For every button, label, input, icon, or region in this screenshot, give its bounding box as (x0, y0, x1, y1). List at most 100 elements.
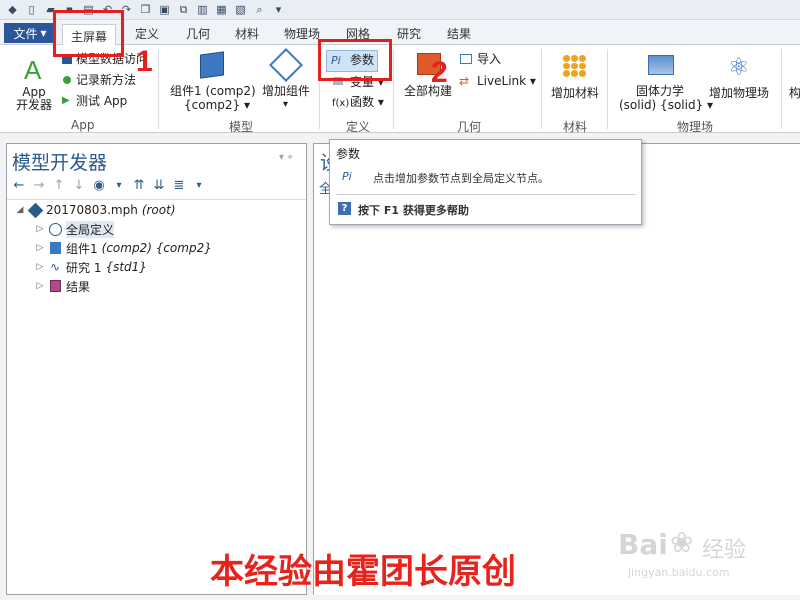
app-builder-button[interactable]: App 开发器 (16, 86, 52, 112)
chevron-down-icon[interactable]: ▾ (111, 180, 127, 191)
tree-node-label: 组件1 (66, 241, 98, 256)
ribbon-more-button[interactable]: 构 (789, 87, 800, 100)
functions-button[interactable]: 函数 ▾ (350, 96, 384, 109)
livelink-button[interactable]: LiveLink ▾ (477, 75, 536, 88)
tab-study[interactable]: 研究 (397, 25, 421, 45)
delete-icon[interactable]: ▥ (194, 2, 211, 18)
copy-icon[interactable]: ❐ (137, 2, 154, 18)
add-material-button[interactable]: 增加材料 (551, 87, 599, 100)
tooltip-description: 点击增加参数节点到全局定义节点。 (373, 172, 549, 185)
test-app-button[interactable]: 测试 App (76, 95, 127, 108)
solid-mechanics-icon[interactable] (648, 55, 674, 75)
tree-node-root[interactable]: ◢ 20170803.mph (root) (15, 201, 176, 219)
component-cube-icon (47, 240, 63, 256)
tree-node-results[interactable]: ▷ 结果 (35, 277, 90, 295)
baidu-brand: Bai (618, 528, 668, 561)
baidu-brand-suffix: 经验 (702, 538, 747, 563)
play-icon: ▶ (62, 95, 70, 106)
tooltip-title: 参数 (336, 147, 361, 161)
group-separator (393, 49, 394, 129)
livelink-icon: ⇄ (459, 74, 470, 88)
tab-physics[interactable]: 物理场 (284, 25, 320, 45)
tree-toggle-icon[interactable]: ▷ (35, 243, 45, 253)
model-builder-toolbar: ← → ↑ ↓ ◉ ▾ ⇈ ⇊ ≣ ▾ (11, 176, 207, 194)
tooltip-divider (336, 194, 636, 195)
functions-icon: f(x) (332, 98, 350, 109)
annotation-number-1: 1 (136, 45, 153, 78)
qat-dropdown-icon[interactable]: ▾ (270, 2, 287, 18)
tree-node-study[interactable]: ▷ ∿ 研究 1 {std1} (35, 258, 147, 276)
study-wave-icon: ∿ (49, 260, 61, 274)
new-file-icon[interactable]: ▯ (23, 2, 40, 18)
tree-node-label: 研究 1 (66, 260, 102, 275)
tree-node-label: 20170803.mph (46, 203, 138, 217)
paste-icon[interactable]: ▣ (156, 2, 173, 18)
collapse-all-icon[interactable]: ⇈ (131, 178, 147, 193)
select-icon[interactable]: ▦ (213, 2, 230, 18)
list-view-icon[interactable]: ≣ (171, 178, 187, 193)
component-cube-icon[interactable] (200, 51, 224, 79)
move-down-icon[interactable]: ↓ (71, 178, 87, 193)
add-physics-button[interactable]: 增加物理场 (709, 87, 769, 100)
annotation-box-2 (318, 39, 392, 81)
show-icon[interactable]: ◉ (91, 178, 107, 193)
tab-definitions[interactable]: 定义 (135, 25, 159, 45)
tab-materials[interactable]: 材料 (235, 25, 259, 45)
app-builder-icon[interactable]: A (24, 55, 41, 86)
panel-pin-controls[interactable]: ▾ ⌖ (279, 152, 293, 163)
solid-mechanics-button[interactable]: 固体力学 (636, 85, 684, 98)
help-icon: ? (338, 202, 351, 215)
group-label-physics: 物理场 (677, 120, 714, 134)
import-icon (460, 54, 472, 64)
panel-title: 模型开发器 (12, 152, 108, 174)
forward-arrow-icon[interactable]: → (31, 178, 47, 193)
annotation-box-1 (53, 10, 124, 57)
tree-node-global-definitions[interactable]: ▷ 全局定义 (35, 220, 115, 238)
record-method-button[interactable]: 记录新方法 (76, 74, 136, 87)
app-logo-icon: ◆ (8, 3, 17, 16)
add-component-button[interactable]: 增加组件 (262, 85, 310, 98)
tree-toggle-icon[interactable]: ▷ (35, 224, 45, 234)
solid-mechanics-dropdown[interactable]: (solid) {solid} ▾ (619, 99, 713, 112)
model-builder-panel: 模型开发器 ▾ ⌖ ← → ↑ ↓ ◉ ▾ ⇈ ⇊ ≣ ▾ ◢ 20170803… (6, 143, 307, 595)
chevron-down-icon: ▾ (40, 26, 47, 40)
add-physics-icon[interactable]: ⚛ (728, 53, 750, 81)
tree-node-label: 全局定义 (66, 220, 115, 238)
parameters-icon: Pi (342, 170, 352, 183)
tab-geometry[interactable]: 几何 (186, 25, 210, 45)
duplicate-icon[interactable]: ⧉ (175, 2, 192, 18)
model-root-icon (27, 202, 43, 218)
watermark-text: 本经验由霍团长原创 (210, 552, 516, 592)
tree-toggle-icon[interactable]: ▷ (35, 262, 45, 272)
chevron-down-icon[interactable]: ▾ (191, 180, 207, 191)
add-material-icon[interactable] (563, 55, 586, 77)
tree-toggle-icon[interactable]: ◢ (15, 205, 25, 215)
search-icon[interactable]: ⌕ (251, 2, 268, 18)
component-dropdown[interactable]: {comp2} ▾ (184, 99, 250, 112)
back-arrow-icon[interactable]: ← (11, 178, 27, 193)
group-label-geometry: 几何 (457, 120, 482, 134)
group-label-definitions: 定义 (346, 120, 371, 134)
tree-node-tag: {std1} (105, 260, 147, 274)
expand-all-icon[interactable]: ⇊ (151, 178, 167, 193)
group-separator (158, 49, 159, 129)
tree-toggle-icon[interactable]: ▷ (35, 281, 45, 291)
group-separator (781, 49, 782, 129)
ribbon: A App 开发器 模型数据访问 记录新方法 ▶ 测试 App App 组件1 … (0, 45, 800, 134)
add-component-icon[interactable] (269, 48, 303, 82)
tooltip-help-text: 按下 F1 获得更多帮助 (358, 204, 469, 217)
move-up-icon[interactable]: ↑ (51, 178, 67, 193)
tree-node-label: 结果 (66, 279, 91, 294)
record-method-icon (63, 76, 71, 84)
file-menu-button[interactable]: 文件 ▾ (4, 23, 56, 43)
parameters-tooltip: 参数 Pi 点击增加参数节点到全局定义节点。 ? 按下 F1 获得更多帮助 (329, 139, 642, 225)
chevron-down-icon[interactable]: ▾ (283, 99, 288, 110)
tree-node-component[interactable]: ▷ 组件1 (comp2) {comp2} (35, 239, 212, 257)
baidu-paw-icon: ❀ (670, 526, 694, 559)
import-button[interactable]: 导入 (477, 53, 501, 66)
component-button[interactable]: 组件1 (comp2) (170, 85, 256, 98)
tree-node-tag: (root) (141, 203, 176, 217)
group-separator (607, 49, 608, 129)
clear-icon[interactable]: ▧ (232, 2, 249, 18)
tab-results[interactable]: 结果 (447, 25, 471, 45)
